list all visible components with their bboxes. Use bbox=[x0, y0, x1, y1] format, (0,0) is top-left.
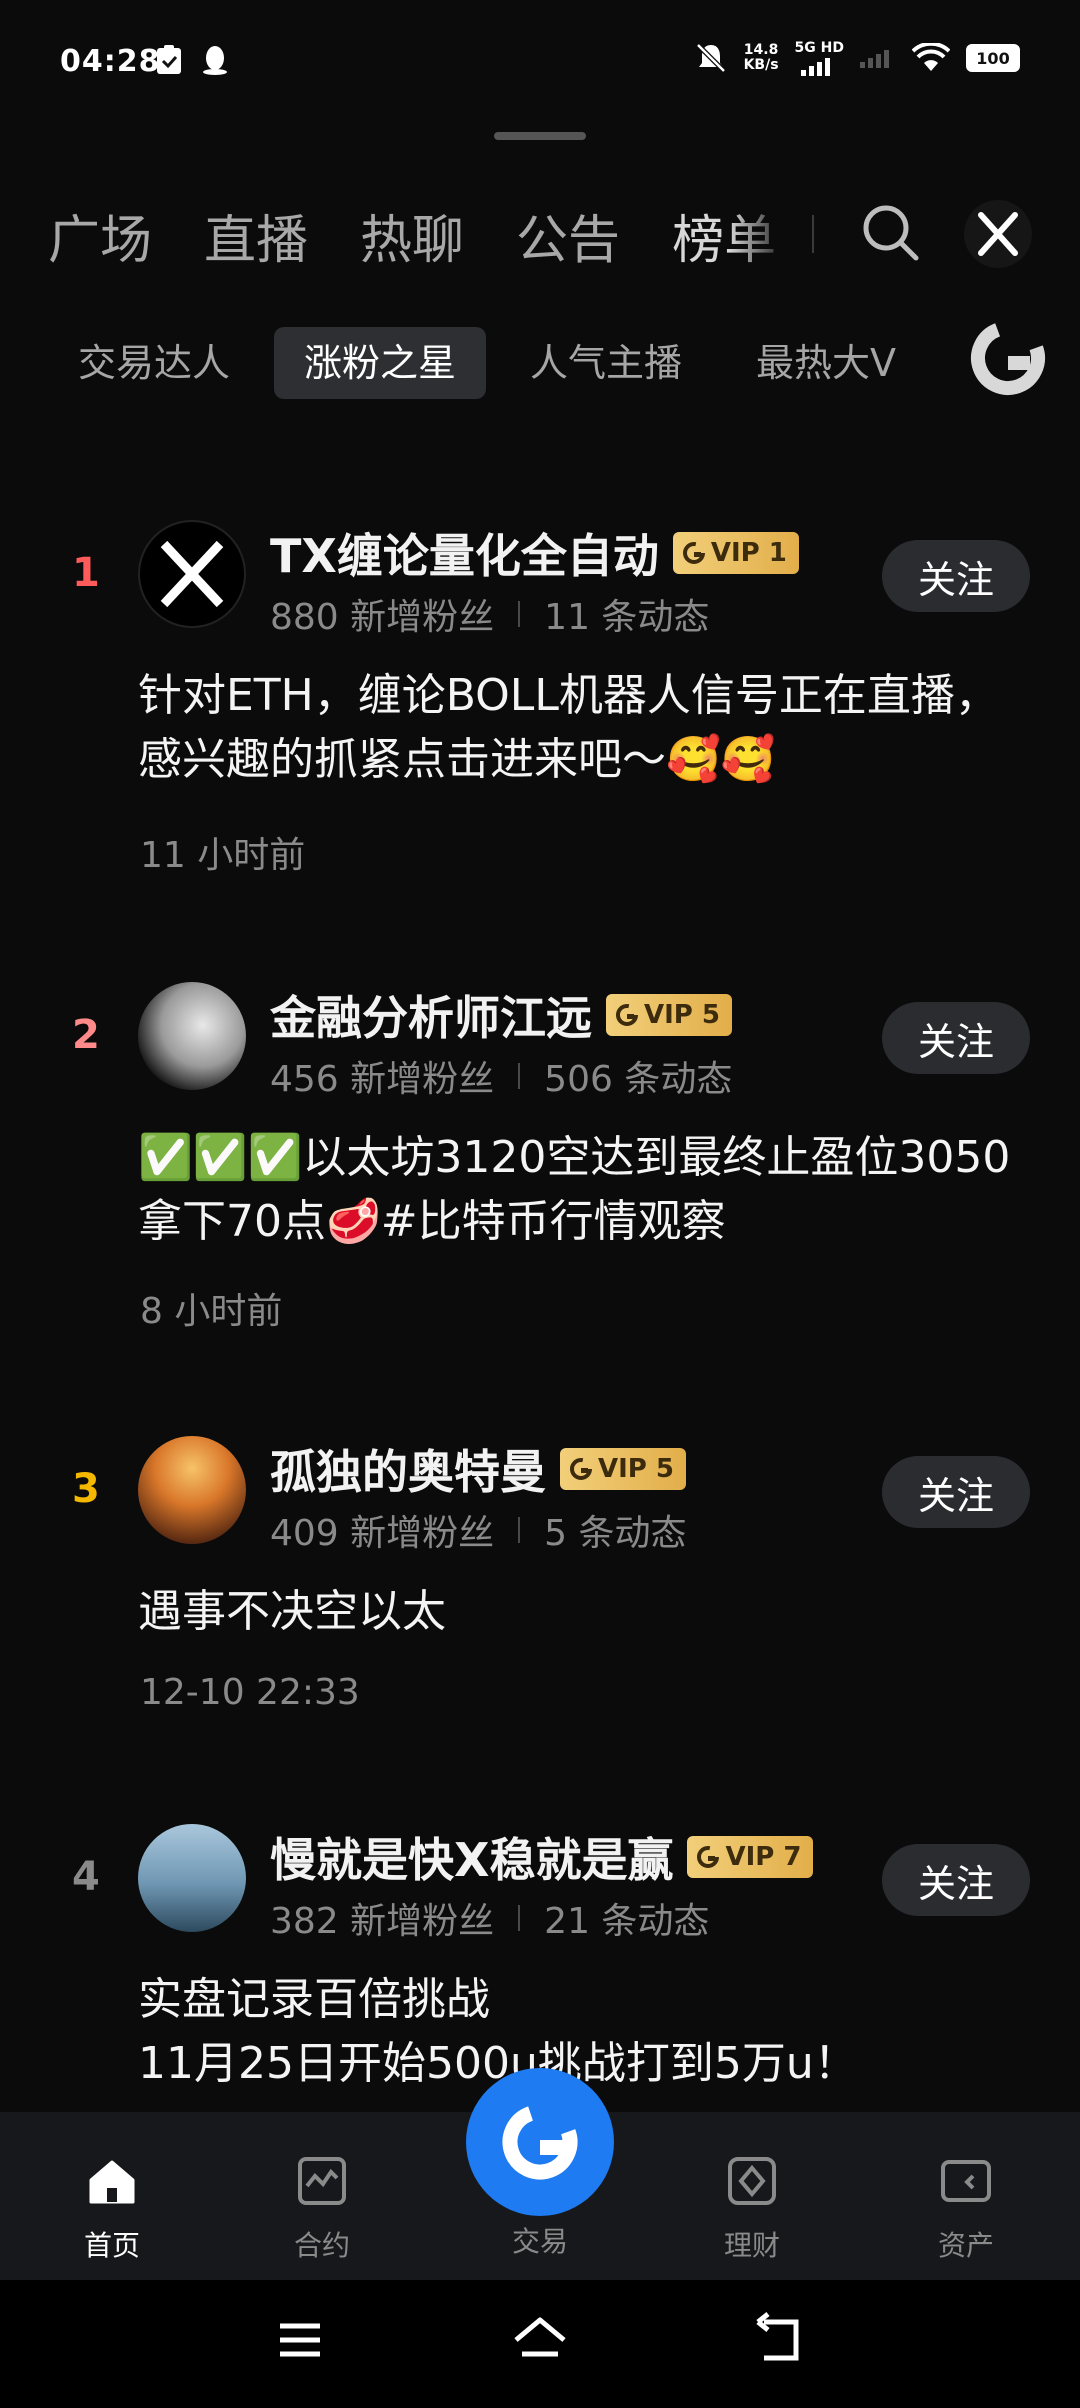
nav-contract[interactable]: 合约 bbox=[262, 2154, 382, 2264]
sub-tabs: 交易达人 涨粉之星 人气主播 最热大V bbox=[48, 327, 940, 399]
tab-announcement[interactable]: 公告 bbox=[516, 198, 620, 273]
post-time: 12-10 22:33 bbox=[140, 1672, 360, 1713]
gate-badge-icon bbox=[697, 1846, 720, 1868]
post-count: 21 条动态 bbox=[544, 1901, 710, 1942]
post-time: 8 小时前 bbox=[140, 1291, 283, 1332]
meta-divider bbox=[518, 1063, 521, 1089]
clipboard-check-icon bbox=[157, 45, 181, 74]
signal-5g: 5G HD bbox=[795, 40, 844, 76]
post-count: 11 条动态 bbox=[544, 597, 710, 638]
post-count: 506 条动态 bbox=[544, 1059, 733, 1100]
tab-leaderboard[interactable]: 榜单 bbox=[672, 198, 776, 273]
gate-badge-icon bbox=[570, 1458, 592, 1480]
back-icon[interactable] bbox=[750, 2310, 810, 2370]
home-nav-icon[interactable] bbox=[510, 2310, 570, 2370]
user-name[interactable]: 孤独的奥特曼 bbox=[270, 1436, 546, 1502]
nav-assets[interactable]: 资产 bbox=[906, 2154, 1026, 2264]
rank-number: 4 bbox=[72, 1854, 100, 1900]
post-content[interactable]: ✅✅✅以太坊3120空达到最终止盈位3050拿下70点🥩#比特币行情观察 bbox=[138, 1126, 1018, 1254]
user-name[interactable]: 慢就是快X稳就是赢 bbox=[270, 1824, 673, 1890]
close-icon bbox=[978, 212, 1018, 256]
mute-bell-icon bbox=[695, 43, 726, 73]
subtab-popular-streamers[interactable]: 人气主播 bbox=[500, 327, 712, 399]
x-logo-icon bbox=[160, 540, 224, 608]
new-fans-count: 382 新增粉丝 bbox=[270, 1901, 495, 1942]
rank-number: 2 bbox=[72, 1012, 100, 1058]
status-bar: 04:28 14.8 KB/s 5G HD 100 bbox=[0, 0, 1080, 130]
new-fans-count: 880 新增粉丝 bbox=[270, 597, 495, 638]
follow-button[interactable]: 关注 bbox=[882, 1844, 1030, 1916]
tab-live[interactable]: 直播 bbox=[204, 198, 308, 273]
vip-badge: VIP 5 bbox=[560, 1448, 686, 1490]
gate-badge-icon bbox=[682, 542, 705, 564]
vip-badge: VIP 5 bbox=[606, 994, 732, 1036]
user-name[interactable]: 金融分析师江远 bbox=[270, 982, 592, 1048]
post-content[interactable]: 实盘记录百倍挑战 11月25日开始500u挑战打到5万u！ bbox=[138, 1968, 1018, 2096]
meta-divider bbox=[518, 1517, 521, 1543]
rank-number: 3 bbox=[72, 1466, 100, 1512]
trade-button[interactable] bbox=[466, 2068, 614, 2216]
follow-button[interactable]: 关注 bbox=[882, 540, 1030, 612]
vip-badge: VIP 7 bbox=[687, 1836, 814, 1878]
new-fans-count: 456 新增粉丝 bbox=[270, 1059, 495, 1100]
system-nav-bar bbox=[0, 2280, 1080, 2408]
avatar[interactable] bbox=[138, 1824, 246, 1932]
menu-icon[interactable] bbox=[270, 2310, 330, 2370]
tab-divider bbox=[812, 215, 814, 253]
qq-penguin-icon bbox=[203, 46, 227, 75]
battery-indicator: 100 bbox=[966, 44, 1020, 72]
subtab-top-traders[interactable]: 交易达人 bbox=[48, 327, 260, 399]
tab-square[interactable]: 广场 bbox=[48, 198, 152, 273]
avatar[interactable] bbox=[138, 982, 246, 1090]
gate-logo-icon[interactable] bbox=[968, 318, 1048, 398]
top-tabs: 广场 直播 热聊 公告 榜单 bbox=[48, 190, 828, 280]
nav-finance[interactable]: 理财 bbox=[692, 2154, 812, 2264]
status-time: 04:28 bbox=[60, 44, 161, 79]
post-content[interactable]: 遇事不决空以太 bbox=[138, 1580, 1018, 1644]
new-fans-count: 409 新增粉丝 bbox=[270, 1513, 495, 1554]
nav-home[interactable]: 首页 bbox=[52, 2154, 172, 2264]
meta-divider bbox=[518, 601, 521, 627]
contract-icon bbox=[298, 2157, 346, 2205]
rank-number: 1 bbox=[72, 550, 100, 596]
wifi-icon bbox=[912, 43, 950, 71]
finance-icon bbox=[728, 2157, 776, 2205]
signal-bars-icon bbox=[801, 58, 831, 76]
avatar[interactable] bbox=[138, 520, 246, 628]
home-icon bbox=[89, 2160, 135, 2204]
subtab-hottest-influencers[interactable]: 最热大V bbox=[726, 327, 926, 399]
post-time: 11 小时前 bbox=[140, 835, 306, 876]
avatar[interactable] bbox=[138, 1436, 246, 1544]
assets-icon bbox=[941, 2160, 991, 2202]
signal-bars-weak-icon bbox=[860, 50, 889, 68]
tab-hot-chat[interactable]: 热聊 bbox=[360, 198, 464, 273]
net-speed: 14.8 KB/s bbox=[743, 42, 779, 73]
follow-button[interactable]: 关注 bbox=[882, 1456, 1030, 1528]
meta-divider bbox=[518, 1905, 521, 1931]
post-count: 5 条动态 bbox=[544, 1513, 687, 1554]
close-button[interactable] bbox=[964, 200, 1032, 268]
subtab-rising-stars[interactable]: 涨粉之星 bbox=[274, 327, 487, 399]
trade-icon bbox=[502, 2104, 578, 2180]
search-icon[interactable] bbox=[858, 200, 922, 264]
sheet-drag-handle[interactable] bbox=[494, 132, 586, 140]
follow-button[interactable]: 关注 bbox=[882, 1002, 1030, 1074]
post-content[interactable]: 针对ETH，缠论BOLL机器人信号正在直播，感兴趣的抓紧点击进来吧～🥰🥰 bbox=[138, 664, 1018, 792]
vip-badge: VIP 1 bbox=[672, 532, 799, 574]
user-name[interactable]: TX缠论量化全自动 bbox=[270, 520, 659, 586]
gate-badge-icon bbox=[616, 1004, 638, 1026]
